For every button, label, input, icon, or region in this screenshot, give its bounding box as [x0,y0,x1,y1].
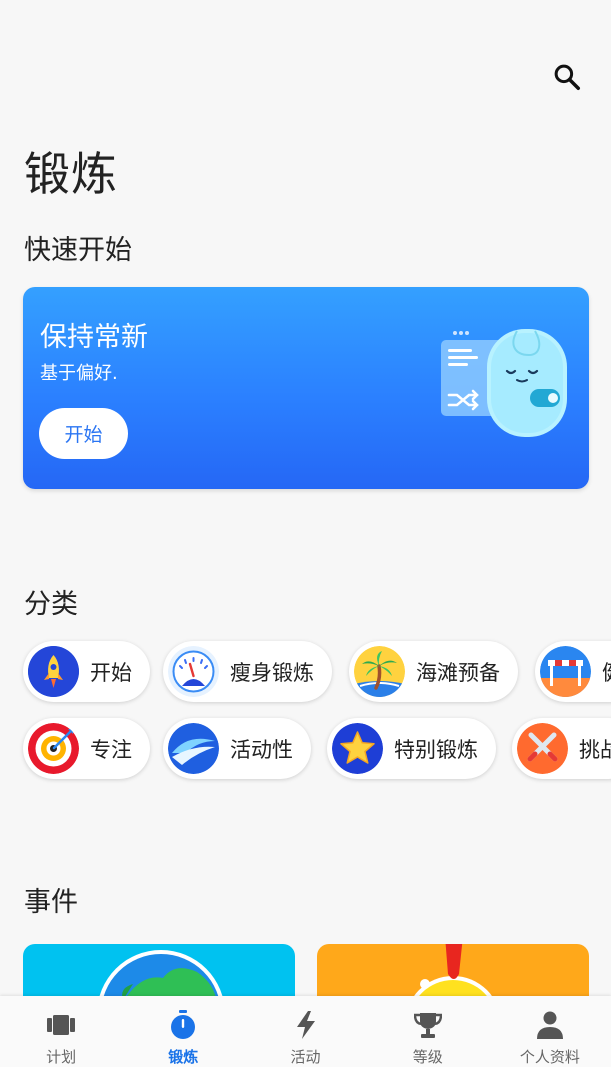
quick-start-card-title: 保持常新 [40,322,148,353]
hurdle-icon [540,646,591,697]
page-title: 锻炼 [24,147,118,201]
events-heading: 事件 [24,887,78,918]
category-label: 挑战 [579,737,611,762]
nav-item-activity[interactable]: 活动 [244,996,366,1067]
category-label: 专注 [90,737,132,762]
category-label: 开始 [90,660,132,685]
shuffle-mascot-illustration [441,329,567,437]
palm-tree-icon [354,646,405,697]
scale-icon [168,646,219,697]
stopwatch-icon [168,1010,198,1040]
category-chip-focus[interactable]: 专注 [23,718,150,779]
category-chip-mobility[interactable]: 活动性 [163,718,311,779]
category-chip-special[interactable]: 特别锻炼 [327,718,496,779]
category-chip-fitness[interactable]: 健 [535,641,611,702]
start-button[interactable]: 开始 [39,408,128,459]
category-label: 特别锻炼 [394,737,478,762]
category-label: 活动性 [230,737,293,762]
swirl-icon [168,723,219,774]
category-chip-slimming[interactable]: 瘦身锻炼 [163,641,332,702]
category-label: 健 [602,657,611,687]
star-icon [332,723,383,774]
lightning-icon [291,1010,321,1040]
categories-heading: 分类 [24,589,78,620]
rocket-icon [28,646,79,697]
calendar-plan-icon [46,1010,76,1040]
quick-start-heading: 快速开始 [24,235,132,266]
nav-item-level[interactable]: 等级 [367,996,489,1067]
category-chip-start[interactable]: 开始 [23,641,150,702]
bottom-nav: 计划 锻炼 活动 等级 个人资料 [0,996,611,1067]
category-label: 瘦身锻炼 [230,660,314,685]
target-icon [28,723,79,774]
category-chip-challenge[interactable]: 挑战 [512,718,611,779]
category-chip-beach[interactable]: 海滩预备 [349,641,518,702]
nav-label: 个人资料 [519,1048,580,1066]
nav-item-plan[interactable]: 计划 [0,996,122,1067]
swords-icon [517,723,568,774]
search-button[interactable] [548,58,586,96]
category-label: 海滩预备 [416,660,500,685]
nav-label: 活动 [290,1048,321,1066]
nav-label: 计划 [46,1048,77,1066]
nav-item-workout[interactable]: 锻炼 [122,996,244,1067]
nav-label: 锻炼 [168,1048,199,1066]
trophy-icon [413,1010,443,1040]
search-icon [554,64,580,90]
quick-start-card-subtitle: 基于偏好. [40,363,118,384]
nav-item-profile[interactable]: 个人资料 [489,996,611,1067]
nav-label: 等级 [412,1048,443,1066]
quick-start-card[interactable]: 保持常新 基于偏好. 开始 [23,287,589,489]
person-icon [535,1010,565,1040]
